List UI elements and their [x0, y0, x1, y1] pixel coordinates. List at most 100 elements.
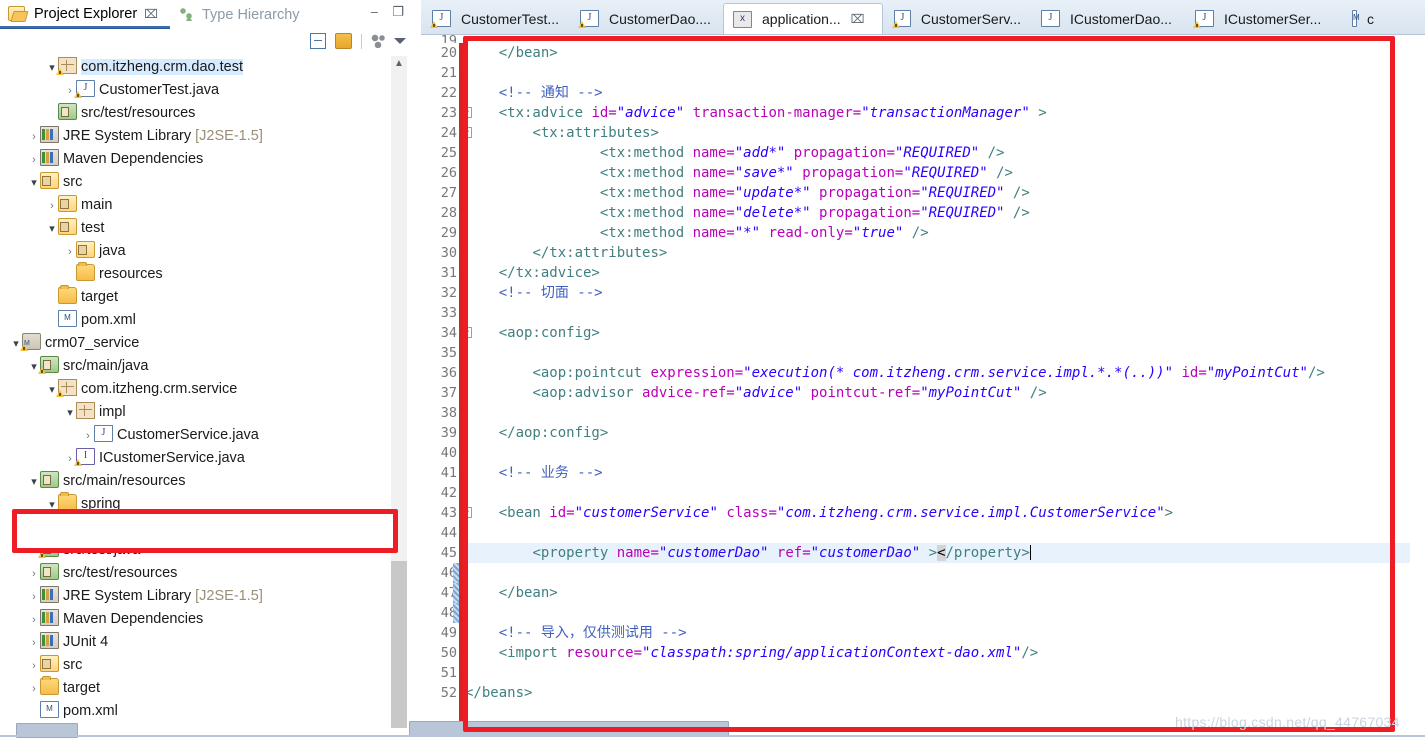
- editor-vertical-scrollbar[interactable]: [1410, 70, 1425, 742]
- code-line[interactable]: <tx:method name="add*" propagation="REQU…: [465, 143, 1425, 163]
- minimize-icon[interactable]: –: [371, 4, 378, 19]
- tree-item-pom-xml[interactable]: pom.xml: [0, 700, 405, 723]
- code-line[interactable]: [465, 603, 1425, 623]
- code-line[interactable]: [465, 523, 1425, 543]
- tree-item-pom-xml[interactable]: pom.xml: [0, 309, 405, 332]
- tree-item-test[interactable]: ▾ test: [0, 217, 405, 240]
- chevron-down-icon[interactable]: ▾: [28, 172, 40, 195]
- code-line[interactable]: <tx:method name="delete*" propagation="R…: [465, 203, 1425, 223]
- editor-tab-customerdao-[interactable]: CustomerDao....: [571, 3, 721, 34]
- tree-item-jre-system-library[interactable]: › JRE System Library [J2SE-1.5]: [0, 585, 405, 608]
- chevron-down-icon[interactable]: ▾: [46, 494, 58, 517]
- focus-icon[interactable]: [371, 34, 385, 48]
- code-line[interactable]: </tx:attributes>: [465, 243, 1425, 263]
- tree-item-src-test-resources[interactable]: › src/test/resources: [0, 562, 405, 585]
- code-line[interactable]: [465, 483, 1425, 503]
- tree-item-src-test-java[interactable]: › src/test/java: [0, 539, 405, 562]
- code-content[interactable]: </bean> <!-- 通知 --> <tx:advice id="advic…: [465, 35, 1425, 707]
- project-tree[interactable]: ▾com.itzheng.crm.dao.test›CustomerTest.j…: [0, 56, 405, 728]
- code-line[interactable]: <tx:method name="*" read-only="true" />: [465, 223, 1425, 243]
- code-line[interactable]: </bean>: [465, 43, 1425, 63]
- code-line[interactable]: [465, 663, 1425, 683]
- tree-item-com-itzheng-crm-dao-test[interactable]: ▾ com.itzheng.crm.dao.test: [0, 56, 405, 79]
- tree-item-com-itzheng-crm-service[interactable]: ▾ com.itzheng.crm.service: [0, 378, 405, 401]
- view-tab-project-explorer[interactable]: Project Explorer ⌧: [0, 0, 170, 29]
- code-line[interactable]: [465, 443, 1425, 463]
- code-line[interactable]: <tx:attributes>: [465, 123, 1425, 143]
- tree-item-src[interactable]: › src: [0, 654, 405, 677]
- code-line[interactable]: <aop:advisor advice-ref="advice" pointcu…: [465, 383, 1425, 403]
- editor-tab-customerserv-[interactable]: CustomerServ...: [885, 3, 1030, 34]
- maximize-icon[interactable]: ❐: [392, 4, 404, 20]
- editor-tab-application-[interactable]: application... ⌧: [723, 3, 883, 34]
- chevron-right-icon[interactable]: ›: [28, 563, 40, 586]
- code-line[interactable]: <!-- 通知 -->: [465, 83, 1425, 103]
- tree-item-maven-dependencies[interactable]: › Maven Dependencies: [0, 608, 405, 631]
- chevron-right-icon[interactable]: ›: [82, 425, 94, 448]
- tree-item-customertest-java[interactable]: ›CustomerTest.java: [0, 79, 405, 102]
- chevron-down-icon[interactable]: ▾: [46, 218, 58, 241]
- tree-item-java[interactable]: › java: [0, 240, 405, 263]
- tree-item-src-main-java[interactable]: ▾ src/main/java: [0, 355, 405, 378]
- code-line[interactable]: </beans>: [465, 683, 1425, 703]
- code-line[interactable]: <import resource="classpath:spring/appli…: [465, 643, 1425, 663]
- link-with-editor-icon[interactable]: [335, 33, 352, 49]
- code-line[interactable]: </tx:advice>: [465, 263, 1425, 283]
- close-icon[interactable]: ⌧: [144, 7, 158, 21]
- chevron-down-icon[interactable]: ▾: [64, 402, 76, 425]
- tree-item-crm07-service[interactable]: ▾crm07_service: [0, 332, 405, 355]
- chevron-right-icon[interactable]: ›: [28, 655, 40, 678]
- view-menu-icon[interactable]: [394, 38, 406, 44]
- editor-tab-icustomerdao-[interactable]: ICustomerDao...: [1032, 3, 1184, 34]
- chevron-down-icon[interactable]: ▾: [28, 471, 40, 494]
- tree-item-jre-system-library[interactable]: › JRE System Library [J2SE-1.5]: [0, 125, 405, 148]
- tree-vertical-scrollbar[interactable]: ▲: [391, 56, 407, 728]
- chevron-right-icon[interactable]: ›: [28, 678, 40, 701]
- code-line[interactable]: <bean id="customerService" class="com.it…: [465, 503, 1425, 523]
- code-line-current[interactable]: <property name="customerDao" ref="custom…: [465, 543, 1425, 563]
- code-line[interactable]: <!-- 导入，仅供测试用 -->: [465, 623, 1425, 643]
- chevron-right-icon[interactable]: ›: [28, 632, 40, 655]
- code-line[interactable]: [465, 403, 1425, 423]
- editor-tab-icustomerser-[interactable]: ICustomerSer...: [1186, 3, 1341, 34]
- chevron-right-icon[interactable]: ›: [46, 195, 58, 218]
- chevron-right-icon[interactable]: ›: [28, 126, 40, 149]
- code-line[interactable]: </bean>: [465, 583, 1425, 603]
- code-line[interactable]: [465, 35, 1425, 43]
- code-line[interactable]: <tx:method name="update*" propagation="R…: [465, 183, 1425, 203]
- tree-item-target[interactable]: target: [0, 285, 405, 309]
- code-line[interactable]: <!-- 切面 -->: [465, 283, 1425, 303]
- chevron-right-icon[interactable]: ›: [28, 149, 40, 172]
- code-line[interactable]: [465, 63, 1425, 83]
- editor-tab-c[interactable]: c: [1343, 3, 1383, 34]
- tree-item-applicationcontext-service-xml[interactable]: applicationContext-service.xml: [0, 516, 405, 539]
- chevron-right-icon[interactable]: ›: [64, 241, 76, 264]
- code-line[interactable]: <aop:config>: [465, 323, 1425, 343]
- tree-item-icustomerservice-java[interactable]: ›ICustomerService.java: [0, 447, 405, 470]
- tree-item-src-test-resources[interactable]: src/test/resources: [0, 102, 405, 125]
- tree-item-main[interactable]: › main: [0, 194, 405, 217]
- code-line[interactable]: </aop:config>: [465, 423, 1425, 443]
- view-tab-type-hierarchy[interactable]: Type Hierarchy: [172, 0, 332, 29]
- collapse-all-icon[interactable]: [310, 33, 326, 49]
- tree-item-target[interactable]: › target: [0, 676, 405, 701]
- tree-item-junit-4[interactable]: › JUnit 4: [0, 631, 405, 654]
- close-icon[interactable]: ⌧: [851, 12, 865, 26]
- code-line[interactable]: <tx:advice id="advice" transaction-manag…: [465, 103, 1425, 123]
- code-line[interactable]: <tx:method name="save*" propagation="REQ…: [465, 163, 1425, 183]
- editor-tab-customertest-[interactable]: CustomerTest...: [423, 3, 569, 34]
- code-line[interactable]: [465, 563, 1425, 583]
- code-line[interactable]: [465, 343, 1425, 363]
- code-line[interactable]: <!-- 业务 -->: [465, 463, 1425, 483]
- code-line[interactable]: <aop:pointcut expression="execution(* co…: [465, 363, 1425, 383]
- tree-item-customerservice-java[interactable]: › CustomerService.java: [0, 424, 405, 447]
- tree-item-resources[interactable]: resources: [0, 262, 405, 286]
- code-line[interactable]: [465, 303, 1425, 323]
- tree-item-impl[interactable]: ▾ impl: [0, 401, 405, 424]
- tree-item-spring[interactable]: ▾ spring: [0, 492, 405, 517]
- tree-item-src[interactable]: ▾ src: [0, 171, 405, 194]
- tree-item-maven-dependencies[interactable]: › Maven Dependencies: [0, 148, 405, 171]
- scrollbar-thumb[interactable]: [391, 561, 407, 728]
- chevron-right-icon[interactable]: ›: [28, 586, 40, 609]
- chevron-right-icon[interactable]: ›: [28, 609, 40, 632]
